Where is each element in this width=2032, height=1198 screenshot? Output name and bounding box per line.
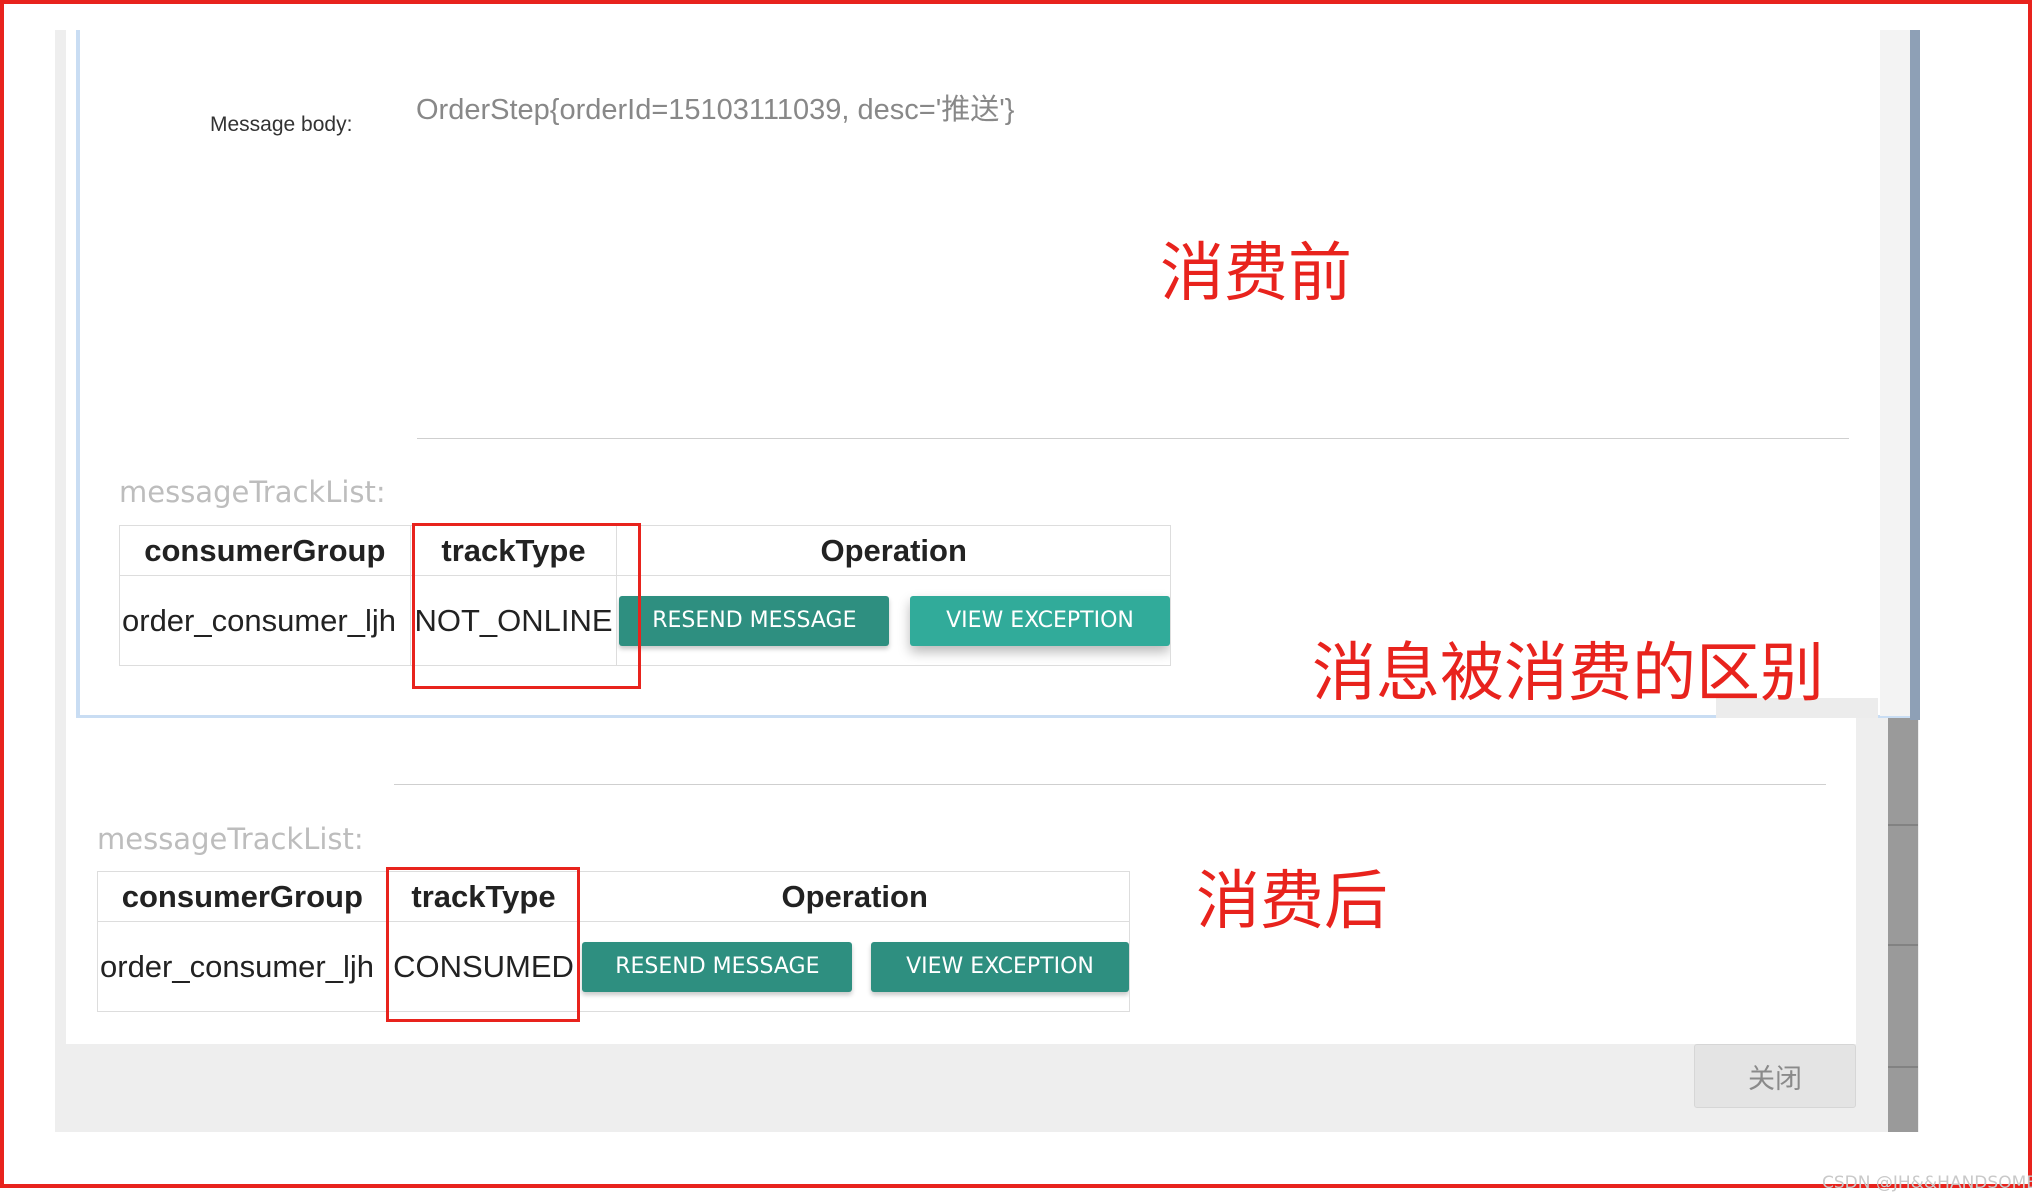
dialog-scroll-strip	[1880, 30, 1910, 716]
section-divider	[417, 438, 1849, 439]
operation-cell: RESEND MESSAGE VIEW EXCEPTION	[579, 921, 1130, 1012]
header-operation: Operation	[616, 525, 1171, 576]
watermark: CSDN @JH&&HANDSOME	[1822, 1173, 2032, 1193]
consumer-group-cell: order_consumer_ljh	[97, 921, 388, 1012]
scrollbar-notch	[1888, 824, 1918, 826]
dialog-scrollbar[interactable]	[1910, 30, 1920, 720]
view-exception-button[interactable]: VIEW EXCEPTION	[910, 595, 1170, 646]
table-row: order_consumer_ljh CONSUMED RESEND MESSA…	[97, 921, 1130, 1012]
scrollbar-notch	[1888, 1066, 1918, 1068]
header-consumer-group: consumerGroup	[97, 871, 388, 922]
scrollbar-notch	[1888, 944, 1918, 946]
annotation-after-consumption: 消费后	[1196, 865, 1388, 939]
track-list-label: messageTrackList:	[119, 475, 386, 509]
table-row: order_consumer_ljh NOT_ONLINE RESEND MES…	[119, 575, 1171, 666]
header-operation: Operation	[579, 871, 1130, 922]
table-header-row: consumerGroup trackType Operation	[97, 871, 1130, 922]
track-type-highlight-after	[386, 867, 580, 1022]
header-consumer-group: consumerGroup	[119, 525, 411, 576]
annotation-consumption-difference: 消息被消费的区别	[1312, 637, 1824, 711]
message-track-table-before: consumerGroup trackType Operation order_…	[119, 525, 1171, 666]
message-body-label: Message body:	[210, 113, 353, 136]
resend-message-button[interactable]: RESEND MESSAGE	[582, 941, 853, 992]
table-header-row: consumerGroup trackType Operation	[119, 525, 1171, 576]
operation-cell: RESEND MESSAGE VIEW EXCEPTION	[616, 575, 1171, 666]
track-list-label: messageTrackList:	[97, 822, 364, 856]
section-divider	[394, 784, 1826, 785]
consumer-group-cell: order_consumer_ljh	[119, 575, 411, 666]
resend-message-button[interactable]: RESEND MESSAGE	[619, 595, 890, 646]
annotation-before-consumption: 消费前	[1160, 237, 1352, 311]
track-type-highlight-before	[412, 523, 641, 689]
close-button[interactable]: 关闭	[1694, 1044, 1856, 1108]
message-body-value: OrderStep{orderId=15103111039, desc='推送'…	[416, 94, 1015, 126]
message-track-table-after: consumerGroup trackType Operation order_…	[97, 871, 1130, 1012]
view-exception-button[interactable]: VIEW EXCEPTION	[871, 941, 1129, 992]
